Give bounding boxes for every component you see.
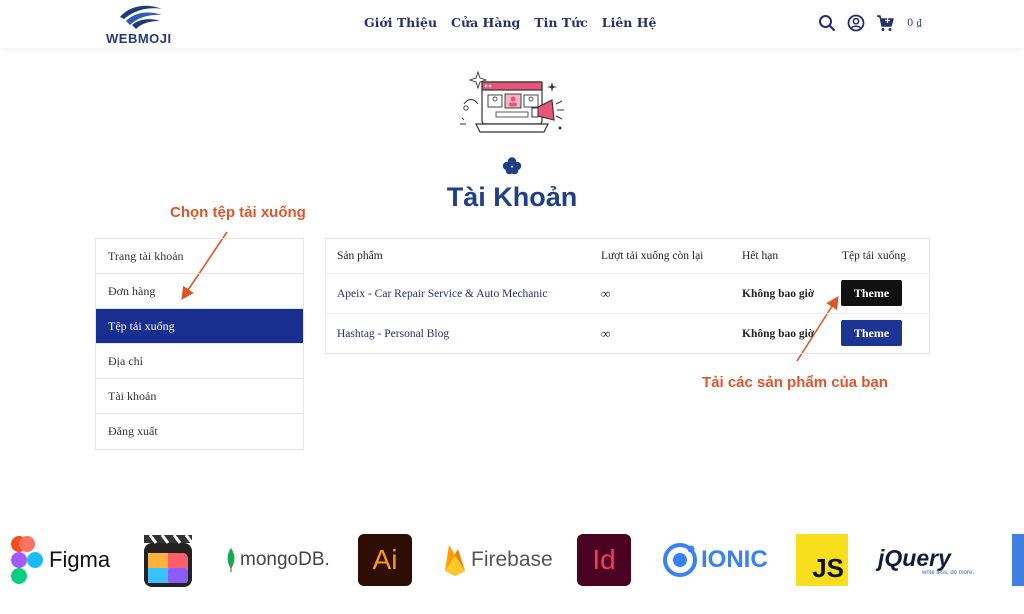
table-row: Hashtag - Personal Blog ∞ Không bao giờ … — [326, 314, 929, 353]
logo-text: WEBMOJI — [106, 31, 172, 46]
javascript-label: JS — [812, 553, 844, 583]
downloads-remaining: ∞ — [601, 285, 611, 301]
annotation-download-products: Tải các sản phẩm của bạn — [702, 374, 888, 391]
javascript-logo: JS — [796, 530, 848, 590]
final-cut-pro-icon — [144, 534, 194, 587]
header-actions: 0 ₫ — [818, 14, 922, 32]
cutoff-logo-icon — [1012, 534, 1024, 586]
figma-logo: Figma — [10, 530, 110, 590]
downloads-remaining: ∞ — [601, 325, 611, 341]
javascript-icon: JS — [796, 534, 848, 586]
illustrator-label: Ai — [372, 544, 398, 575]
product-link[interactable]: Hashtag - Personal Blog — [337, 314, 449, 353]
expiry-value: Không bao giờ — [742, 327, 815, 340]
annotation-choose-files: Chọn tệp tải xuống — [170, 204, 306, 221]
search-icon[interactable] — [818, 14, 836, 32]
sidebar-item-dashboard[interactable]: Trang tài khoản — [96, 239, 303, 274]
mongodb-logo: mongoDB. — [225, 530, 330, 590]
mongodb-leaf-icon — [227, 548, 235, 572]
cart-total[interactable]: 0 ₫ — [907, 18, 922, 29]
cart-icon[interactable] — [876, 14, 894, 32]
product-link[interactable]: Apeix - Car Repair Service & Auto Mechan… — [337, 274, 547, 313]
laptop-megaphone-illustration-icon — [460, 70, 564, 133]
cutoff-logo — [1012, 530, 1024, 590]
ionic-wordmark: IONIC — [701, 546, 768, 573]
col-header-expires: Hết hạn — [742, 250, 779, 262]
webmoji-logo[interactable]: WEBMOJI — [104, 3, 178, 46]
indesign-label: Id — [592, 544, 616, 575]
final-cut-logo — [140, 530, 196, 590]
table-row: Apeix - Car Repair Service & Auto Mechan… — [326, 274, 929, 314]
table-header-row: Sản phẩm Lượt tải xuống còn lại Hết hạn … — [326, 239, 929, 274]
figma-wordmark: Figma — [49, 547, 111, 572]
user-icon[interactable] — [847, 14, 865, 32]
indesign-logo: Id — [577, 530, 631, 590]
download-theme-button[interactable]: Theme — [841, 280, 902, 306]
illustrator-icon: Ai — [358, 534, 412, 586]
logo-swoosh-icon — [120, 5, 162, 29]
page-title: Tài Khoản — [446, 182, 578, 212]
clover-divider-icon — [502, 156, 522, 176]
illustrator-logo: Ai — [358, 530, 412, 590]
nav-cua-hang[interactable]: Cửa Hàng — [451, 15, 520, 30]
indesign-icon: Id — [577, 534, 631, 586]
col-header-file: Tệp tải xuống — [842, 250, 906, 262]
ionic-logo: IONIC — [662, 530, 768, 590]
nav-lien-he[interactable]: Liên Hệ — [602, 15, 657, 30]
expiry-value: Không bao giờ — [742, 287, 815, 300]
download-theme-button[interactable]: Theme — [841, 320, 902, 346]
main-nav: Giới Thiệu Cửa Hàng Tin Tức Liên Hệ — [364, 15, 656, 30]
firebase-flame-icon — [445, 545, 465, 576]
sidebar-item-downloads[interactable]: Tệp tải xuống — [96, 309, 303, 344]
nav-gioi-thieu[interactable]: Giới Thiệu — [364, 15, 437, 30]
tech-logos-strip: Figma mongoDB. Ai Firebase Id IONIC JS j… — [0, 530, 1024, 594]
site-header: WEBMOJI Giới Thiệu Cửa Hàng Tin Tức Liên… — [0, 0, 1024, 48]
col-header-remaining: Lượt tải xuống còn lại — [601, 250, 704, 262]
col-header-product: Sản phẩm — [337, 250, 383, 262]
account-sidebar: Trang tài khoản Đơn hàng Tệp tải xuống Đ… — [95, 238, 304, 450]
firebase-logo: Firebase — [443, 530, 553, 590]
mongodb-wordmark: mongoDB. — [240, 549, 330, 570]
jquery-wordmark: jQuery — [878, 544, 951, 571]
jquery-tagline: write less, do more. — [922, 569, 975, 576]
ionic-icon — [663, 543, 697, 577]
downloads-table: Sản phẩm Lượt tải xuống còn lại Hết hạn … — [325, 238, 930, 354]
jquery-logo: jQuery write less, do more. — [878, 530, 974, 590]
sidebar-item-addresses[interactable]: Địa chỉ — [96, 344, 303, 379]
sidebar-item-logout[interactable]: Đăng xuất — [96, 414, 303, 449]
firebase-wordmark: Firebase — [471, 548, 553, 571]
figma-icon — [11, 536, 43, 584]
sidebar-item-account[interactable]: Tài khoản — [96, 379, 303, 414]
sidebar-item-orders[interactable]: Đơn hàng — [96, 274, 303, 309]
nav-tin-tuc[interactable]: Tin Tức — [534, 15, 588, 30]
account-illustration — [456, 68, 568, 144]
